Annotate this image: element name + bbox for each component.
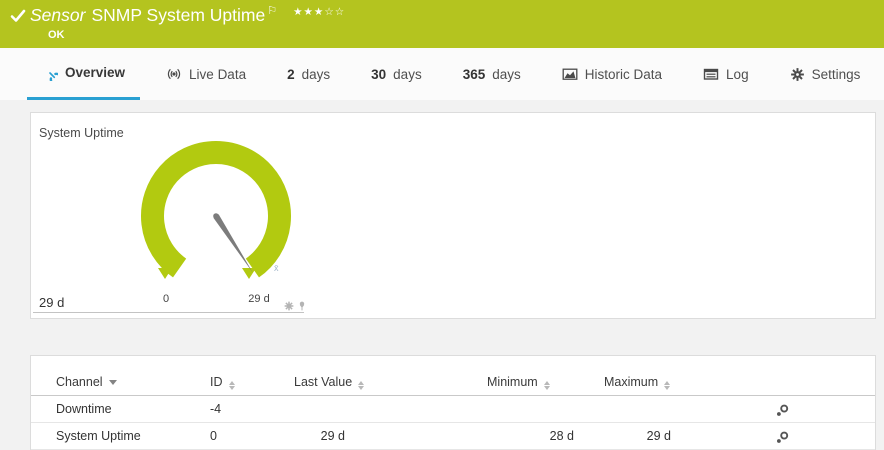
cell-channel: System Uptime: [56, 429, 141, 443]
status-badge: OK: [48, 29, 65, 41]
live-data-icon: [166, 66, 182, 82]
tab-historic-data[interactable]: Historic Data: [547, 48, 677, 100]
channel-settings-icon[interactable]: [776, 431, 789, 447]
tab-overview[interactable]: Overview: [27, 48, 141, 100]
cell-minimum: 28 d: [549, 429, 574, 443]
column-header-minimum[interactable]: Minimum: [487, 375, 550, 390]
channel-table-panel: Channel ID Last Value Minimum Maximum Do…: [30, 355, 876, 450]
tab-365-days-number: 365: [462, 66, 486, 82]
cell-id: 0: [210, 429, 217, 443]
tab-log-label: Log: [726, 66, 749, 82]
gauge-mean-marker: x̄: [274, 263, 279, 273]
gauge-needle: [213, 214, 253, 273]
sort-icon: [543, 381, 550, 390]
column-header-id[interactable]: ID: [210, 375, 235, 390]
gauge-current-value: 29 d: [39, 295, 65, 310]
channel-table-header: Channel ID Last Value Minimum Maximum: [31, 369, 875, 396]
historic-chart-icon: [562, 66, 578, 82]
tab-log[interactable]: Log: [688, 48, 764, 100]
object-kind-label: Sensor: [30, 5, 86, 25]
sort-icon: [664, 381, 671, 390]
settings-gear-icon: [790, 67, 805, 82]
column-header-channel[interactable]: Channel: [56, 375, 117, 389]
uptime-gauge: x̄ 0 29 d: [141, 141, 291, 305]
tab-30-days-number: 30: [371, 66, 387, 82]
tab-2-days-unit: days: [301, 66, 331, 82]
table-row-system-uptime: System Uptime 0 29 d 28 d 29 d: [31, 423, 875, 450]
tab-bar: Overview Live Data 2 days 30 days 365 da…: [0, 48, 884, 100]
tab-365-days-unit: days: [492, 66, 521, 82]
cell-id: -4: [210, 402, 222, 416]
priority-stars[interactable]: ★★★☆☆: [293, 6, 345, 18]
gauge-divider: [33, 312, 304, 313]
tab-live-data[interactable]: Live Data: [151, 48, 261, 100]
cell-channel: Downtime: [56, 402, 112, 416]
gauge-panel: System Uptime x̄ 0 29 d 29 d: [30, 112, 876, 319]
tab-30-days[interactable]: 30 days: [356, 48, 437, 100]
tab-historic-data-label: Historic Data: [584, 66, 663, 82]
tab-2-days[interactable]: 2 days: [272, 48, 345, 100]
sensor-name: SNMP System Uptime: [91, 5, 266, 25]
sort-icon: [228, 381, 235, 390]
column-header-last-value[interactable]: Last Value: [294, 375, 365, 390]
tab-overview-label: Overview: [65, 65, 126, 80]
tab-2-days-number: 2: [287, 66, 295, 82]
channel-settings-icon[interactable]: [776, 404, 789, 420]
sort-desc-icon: [108, 380, 117, 385]
sensor-status-header: Sensor SNMP System Uptime ⚐ ★★★☆☆ OK: [0, 0, 884, 48]
gauge-min-label: 0: [163, 293, 169, 305]
log-list-icon: [703, 66, 719, 82]
column-header-maximum[interactable]: Maximum: [604, 375, 671, 390]
flag-icon: ⚐: [267, 5, 278, 17]
tab-30-days-unit: days: [393, 66, 422, 82]
status-check-icon: [9, 7, 27, 30]
gauge-value-marker: [242, 268, 256, 279]
sort-icon: [358, 381, 365, 390]
cell-maximum: 29 d: [646, 429, 671, 443]
tab-settings-label: Settings: [811, 66, 861, 82]
tab-365-days[interactable]: 365 days: [448, 48, 536, 100]
cell-last-value: 29 d: [320, 429, 345, 443]
gauge-max-label: 29 d: [248, 293, 269, 305]
gauge-icon: [42, 65, 58, 81]
table-row-downtime: Downtime -4: [31, 396, 875, 423]
page-title: Sensor SNMP System Uptime ⚐ ★★★☆☆: [30, 4, 345, 26]
gauge-pin-icon[interactable]: [297, 298, 307, 316]
tab-live-data-label: Live Data: [189, 66, 247, 82]
tab-settings[interactable]: Settings: [775, 48, 876, 100]
gauge-settings-gear-icon[interactable]: [284, 298, 294, 316]
